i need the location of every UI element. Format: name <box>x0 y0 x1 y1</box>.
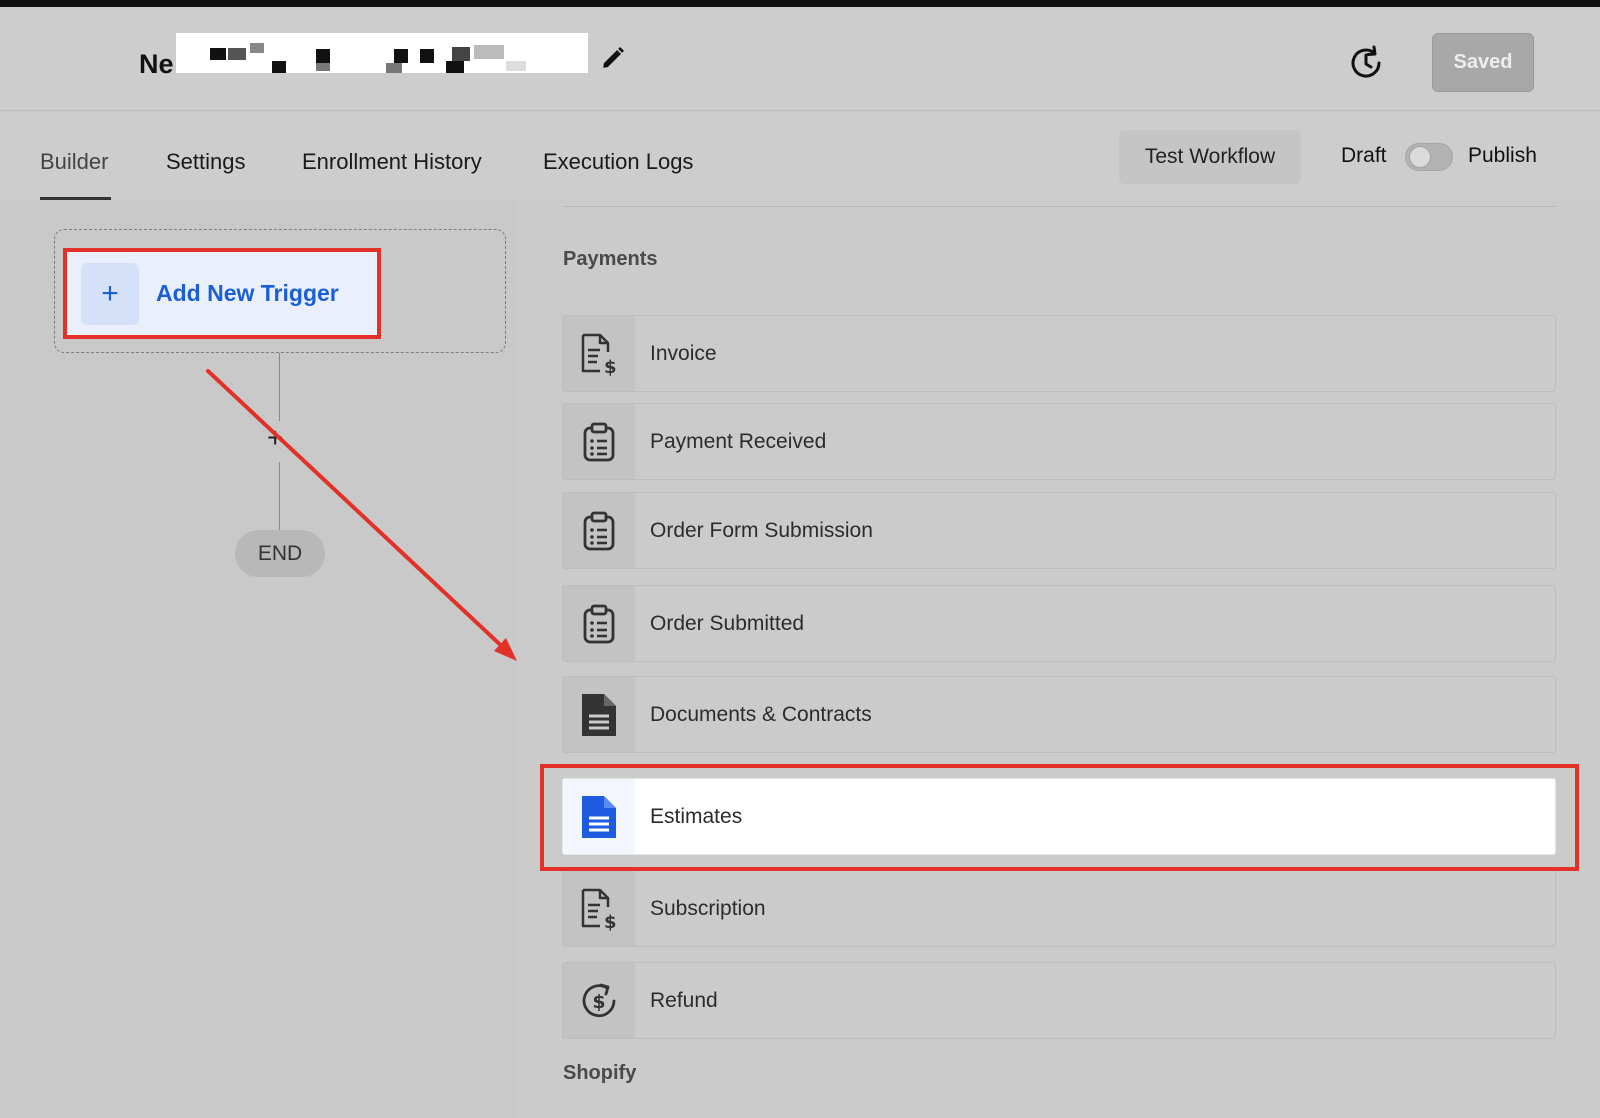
saved-button[interactable]: Saved <box>1432 33 1534 92</box>
tab-enrollment-history[interactable]: Enrollment History <box>302 149 482 175</box>
trigger-item-order-form-submission[interactable]: Order Form Submission <box>562 492 1556 569</box>
redacted-title-text <box>176 33 588 73</box>
window-top-bar <box>0 0 1600 7</box>
clipboard-list-icon <box>583 604 615 643</box>
workflow-header: Ne Saved <box>0 7 1600 111</box>
trigger-item-order-submitted[interactable]: Order Submitted <box>562 585 1556 662</box>
trigger-list-panel: Payments $ Invoice Payment Received Orde… <box>517 200 1600 1118</box>
trigger-item-payment-received[interactable]: Payment Received <box>562 403 1556 480</box>
tab-settings[interactable]: Settings <box>166 149 246 175</box>
connector-line <box>279 462 280 530</box>
tab-builder[interactable]: Builder <box>40 149 108 175</box>
trigger-item-label: Refund <box>650 988 718 1012</box>
tab-execution-logs[interactable]: Execution Logs <box>543 149 693 175</box>
trigger-item-invoice[interactable]: $ Invoice <box>562 315 1556 392</box>
annotation-highlight-box <box>540 764 1579 871</box>
end-node: END <box>235 530 325 577</box>
trigger-item-label: Subscription <box>650 896 766 920</box>
draft-label: Draft <box>1341 144 1387 167</box>
trigger-item-documents-contracts[interactable]: Documents & Contracts <box>562 676 1556 753</box>
add-new-trigger-button[interactable]: + Add New Trigger <box>63 248 381 339</box>
clipboard-list-icon <box>583 511 615 550</box>
svg-text:$: $ <box>604 912 617 931</box>
trigger-item-subscription[interactable]: $ Subscription <box>562 870 1556 947</box>
workflow-title[interactable]: Ne <box>139 49 174 80</box>
invoice-icon: $ <box>581 333 617 376</box>
trigger-item-label: Documents & Contracts <box>650 702 872 726</box>
trigger-item-label: Payment Received <box>650 429 827 453</box>
test-workflow-button[interactable]: Test Workflow <box>1119 130 1301 184</box>
history-clock-icon[interactable] <box>1346 43 1386 83</box>
trigger-item-label: Invoice <box>650 341 717 365</box>
add-action-plus-icon[interactable]: + <box>267 424 283 452</box>
add-trigger-label: Add New Trigger <box>156 280 339 306</box>
publish-label: Publish <box>1468 144 1537 167</box>
document-icon <box>582 693 616 736</box>
section-title-shopify: Shopify <box>563 1062 637 1084</box>
trigger-item-refund[interactable]: $ Refund <box>562 962 1556 1039</box>
invoice-icon: $ <box>581 888 617 931</box>
trigger-item-label: Order Submitted <box>650 611 805 635</box>
trigger-item-label: Order Form Submission <box>650 518 873 542</box>
publish-toggle[interactable] <box>1405 143 1453 171</box>
connector-line <box>279 353 280 421</box>
refund-icon: $ <box>582 983 616 1017</box>
plus-icon: + <box>81 262 139 325</box>
publish-toggle-knob <box>1409 146 1431 168</box>
edit-pencil-icon[interactable] <box>600 45 626 71</box>
workflow-tabs-bar: Builder Settings Enrollment History Exec… <box>0 112 1600 200</box>
clipboard-list-icon <box>583 422 615 461</box>
svg-text:$: $ <box>604 357 617 376</box>
section-title-payments: Payments <box>563 248 658 270</box>
panel-divider <box>562 206 1556 207</box>
builder-canvas[interactable]: + Add New Trigger + END <box>0 200 517 1118</box>
svg-text:$: $ <box>592 991 605 1013</box>
